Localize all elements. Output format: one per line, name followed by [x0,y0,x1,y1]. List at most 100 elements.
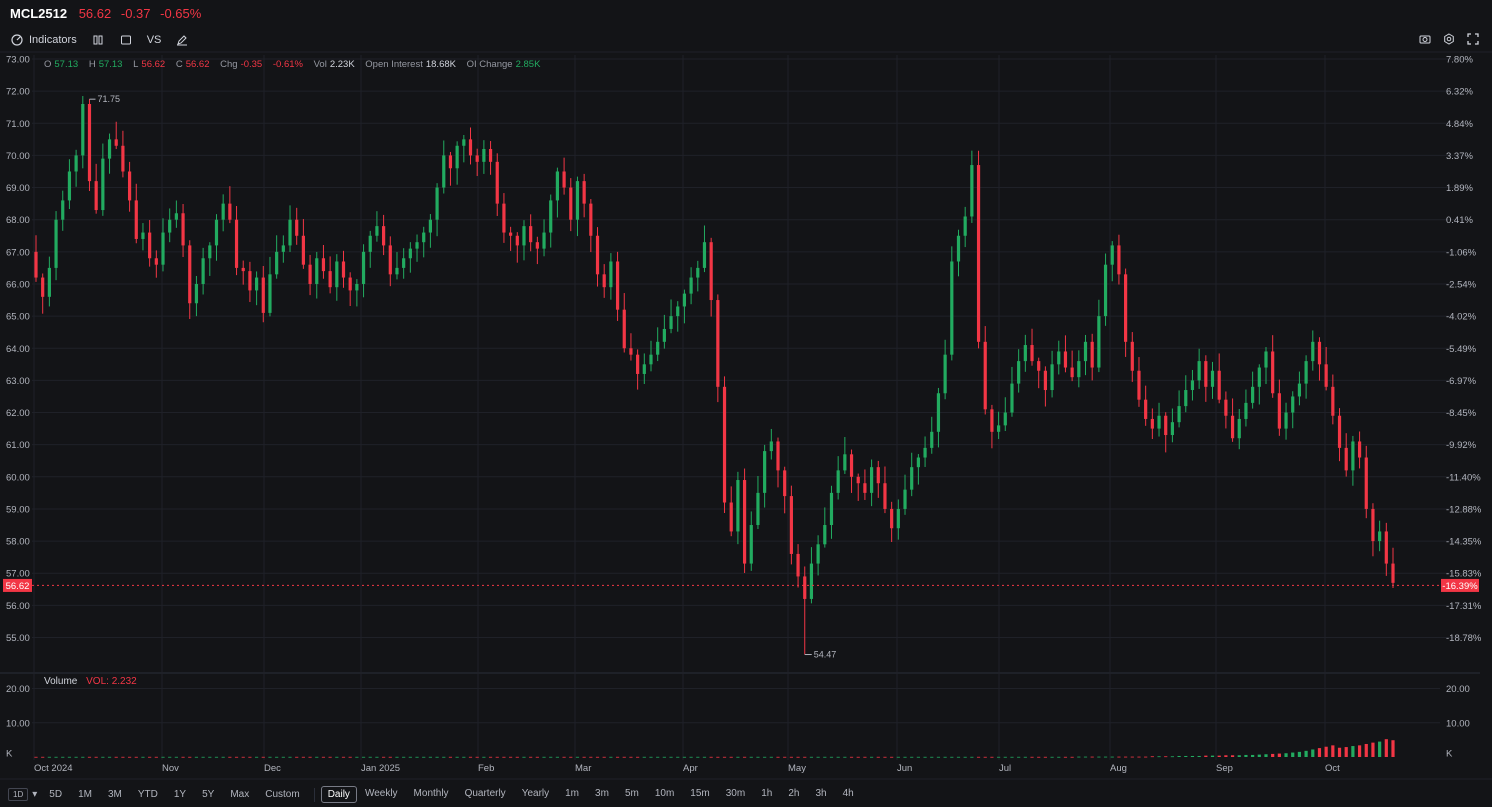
volume-bar [174,756,178,758]
volume-bar [1291,752,1295,757]
volume-bar [1277,753,1281,757]
fullscreen-icon[interactable] [1466,32,1480,46]
interval-1h-button[interactable]: 1h [753,786,780,803]
volume-bar [890,756,894,758]
volume-bar [582,756,586,758]
volume-bar [883,756,887,758]
square-button[interactable] [119,33,133,47]
candle-body [1077,361,1081,378]
draw-button[interactable] [175,33,189,47]
volume-bar [1251,754,1255,757]
volume-bar [1344,747,1348,757]
volume-bar [515,756,519,758]
range-max-button[interactable]: Max [222,787,257,802]
interval-2h-button[interactable]: 2h [780,786,807,803]
candle-body [656,341,660,355]
volume-bar [388,756,392,758]
candle-body [615,261,620,310]
volume-bar [1210,755,1215,757]
volume-bar [1317,748,1322,757]
interval-yearly-button[interactable]: Yearly [514,786,557,803]
range-3m-button[interactable]: 3M [100,787,130,802]
candle-type-button[interactable] [91,33,105,47]
camera-icon[interactable] [1418,32,1432,46]
interval-3m-button[interactable]: 3m [587,786,617,803]
layout-toggle[interactable]: 1D [8,788,29,801]
range-5y-button[interactable]: 5Y [194,787,222,802]
interval-1m-button[interactable]: 1m [557,786,587,803]
candle-body [181,213,185,246]
interval-4h-button[interactable]: 4h [835,786,862,803]
candle-body [428,219,432,233]
volume-bar [1097,756,1101,758]
range-1m-button[interactable]: 1M [70,787,100,802]
candle-body [1237,418,1241,439]
range-ytd-button[interactable]: YTD [130,787,166,802]
interval-3h-button[interactable]: 3h [807,786,834,803]
volume-bar [301,756,305,758]
candle-body [776,441,780,471]
interval-weekly-button[interactable]: Weekly [357,786,406,803]
time-tick-label: Sep [1216,763,1233,774]
open-interest-value: 18.68K [425,59,456,70]
volume-bar [168,756,172,758]
compare-button[interactable]: VS [147,34,162,46]
time-tick-label: Nov [162,763,179,774]
interval-10m-button[interactable]: 10m [647,786,682,803]
range-5d-button[interactable]: 5D [41,787,70,802]
candle-type-icon [91,33,105,47]
volume-bar [522,756,526,758]
interval-5m-button[interactable]: 5m [617,786,647,803]
volume-bar [1170,756,1175,758]
volume-bar [1130,756,1134,758]
volume-tick-label: 10.00 [6,718,30,729]
volume-bar [395,756,399,758]
volume-bar [41,756,45,758]
volume-bar [923,756,927,758]
volume-bar [1103,756,1108,758]
time-tick-label: Jul [999,763,1011,774]
range-1y-button[interactable]: 1Y [166,787,194,802]
candle-body [368,235,372,252]
time-tick-label: Aug [1110,763,1127,774]
interval-quarterly-button[interactable]: Quarterly [457,786,514,803]
volume-bar [208,756,212,758]
indicators-button[interactable]: Indicators [10,33,77,47]
symbol-header: MCL2512 56.62 -0.37 -0.65% [10,6,207,24]
price-tick-label: 62.00 [6,408,30,419]
pct-tick-label: -11.40% [1446,472,1481,483]
candle-body [54,219,58,268]
interval-monthly-button[interactable]: Monthly [406,786,457,803]
candle-body [716,300,720,387]
candle-body [341,261,346,278]
candle-body [214,219,219,246]
layout-dropdown-icon[interactable]: ▾ [28,789,41,800]
candle-body [910,467,914,490]
interval-daily-button[interactable]: Daily [320,786,357,803]
candle-body [462,139,466,146]
candle-body [1204,361,1208,387]
volume-bar [836,756,840,758]
candle-body [201,258,205,284]
interval-30m-button[interactable]: 30m [718,786,753,803]
oi-change-value: 2.85K [515,59,541,70]
candle-body [702,242,707,268]
range-custom-button[interactable]: Custom [257,787,307,802]
volume-bar [509,756,513,758]
price-chart[interactable]: 73.00 72.00 71.00 70.00 69.00 68.00 67.00 66.00… [0,0,1492,807]
volume-bar [81,756,85,758]
candle-body [67,171,72,201]
candle-body [114,139,118,146]
volume-bar [742,756,747,758]
candle-body [549,200,553,233]
candle-body [468,139,473,156]
volume-bar [368,756,372,758]
candle-body [408,248,412,259]
volume-bar [930,756,934,758]
candle-body [602,274,606,288]
interval-15m-button[interactable]: 15m [682,786,717,803]
candle-body [1083,341,1088,362]
candle-body [869,467,874,493]
settings-icon[interactable] [1442,32,1456,46]
candle-body [81,103,85,156]
